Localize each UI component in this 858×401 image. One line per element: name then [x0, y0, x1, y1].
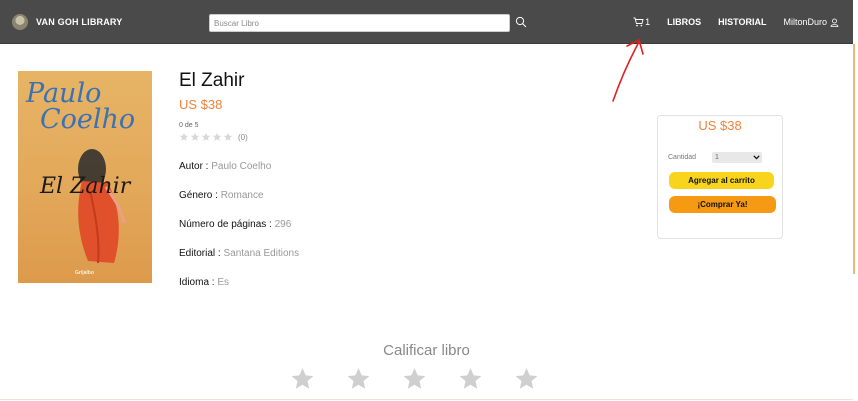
quantity-value: 1 [715, 154, 719, 161]
rating-text: 0 de 5 [179, 122, 199, 129]
pages-field: Número de páginas : 296 [179, 219, 291, 230]
rating-stars: (0) [179, 132, 248, 142]
chevron-down-icon [753, 155, 760, 160]
search-input[interactable] [209, 14, 510, 32]
user-menu[interactable]: MiltonDuro [783, 17, 839, 27]
rate-star-icon[interactable] [513, 366, 540, 392]
book-title: El Zahir [179, 70, 245, 91]
cart-icon [633, 17, 644, 27]
star-icon [190, 132, 200, 141]
cart-count: 1 [645, 17, 651, 27]
star-icon [212, 132, 222, 141]
rate-star-icon[interactable] [401, 366, 428, 392]
quantity-select[interactable]: 1 [712, 152, 762, 163]
nav-links: 1 LIBROS HISTORIAL MiltonDuro [633, 17, 839, 27]
publisher-field: Editorial : Santana Editions [179, 248, 299, 259]
book-detail-page: VAN GOH LIBRARY 1 LIBROS HISTORIAL Milto… [0, 0, 858, 401]
cover-author: Paulo Coelho [26, 80, 136, 135]
book-cover: Paulo Coelho El Zahir Grijalbo [18, 71, 152, 283]
cover-publisher: Grijalbo [75, 270, 94, 276]
rate-star-icon[interactable] [457, 366, 484, 392]
annotation-arrow [612, 39, 644, 102]
buy-now-button[interactable]: ¡Comprar Ya! [669, 196, 776, 213]
purchase-box: US $38 Cantidad 1 Agregar al carrito ¡Co… [657, 115, 783, 239]
star-icon [223, 132, 233, 141]
quantity-label: Cantidad [668, 154, 697, 161]
field-label: Editorial : [179, 248, 224, 259]
user-name: MiltonDuro [783, 17, 827, 27]
field-label: Número de páginas : [179, 219, 275, 230]
brand[interactable]: VAN GOH LIBRARY [12, 14, 123, 30]
field-label: Género : [179, 190, 221, 201]
language-field: Idioma : Es [179, 277, 229, 288]
library-logo-icon [12, 14, 28, 30]
cover-title: El Zahir [40, 174, 131, 199]
search-icon[interactable] [515, 15, 529, 29]
rating-count: (0) [238, 132, 248, 142]
author-field: Autor : Paulo Coelho [179, 161, 271, 172]
rate-star-icon[interactable] [345, 366, 372, 392]
field-value: 296 [274, 219, 292, 230]
book-price: US $38 [179, 97, 223, 112]
field-value: Santana Editions [223, 248, 300, 259]
cover-author-last: Coelho [40, 104, 136, 135]
purchase-price: US $38 [698, 118, 742, 133]
field-value: Es [217, 277, 230, 288]
field-label: Idioma : [179, 277, 218, 288]
rate-star-icon[interactable] [289, 366, 316, 392]
star-icon [179, 132, 189, 141]
nav-link-historial[interactable]: HISTORIAL [718, 17, 766, 27]
star-icon [201, 132, 211, 141]
field-label: Autor : [179, 161, 212, 172]
field-value: Romance [220, 190, 264, 201]
brand-name: VAN GOH LIBRARY [36, 17, 123, 27]
navbar: VAN GOH LIBRARY 1 LIBROS HISTORIAL Milto… [0, 0, 853, 44]
genre-field: Género : Romance [179, 190, 264, 201]
author-link[interactable]: Paulo Coelho [211, 161, 271, 172]
divider [0, 399, 853, 400]
rate-stars [289, 366, 540, 392]
scrollbar[interactable] [853, 44, 855, 274]
cover-illustration [78, 149, 126, 264]
nav-link-libros[interactable]: LIBROS [667, 17, 701, 27]
user-icon [830, 18, 839, 27]
add-to-cart-button[interactable]: Agregar al carrito [669, 172, 774, 189]
rate-title: Calificar libro [383, 342, 470, 359]
cart-link[interactable]: 1 [633, 17, 650, 27]
